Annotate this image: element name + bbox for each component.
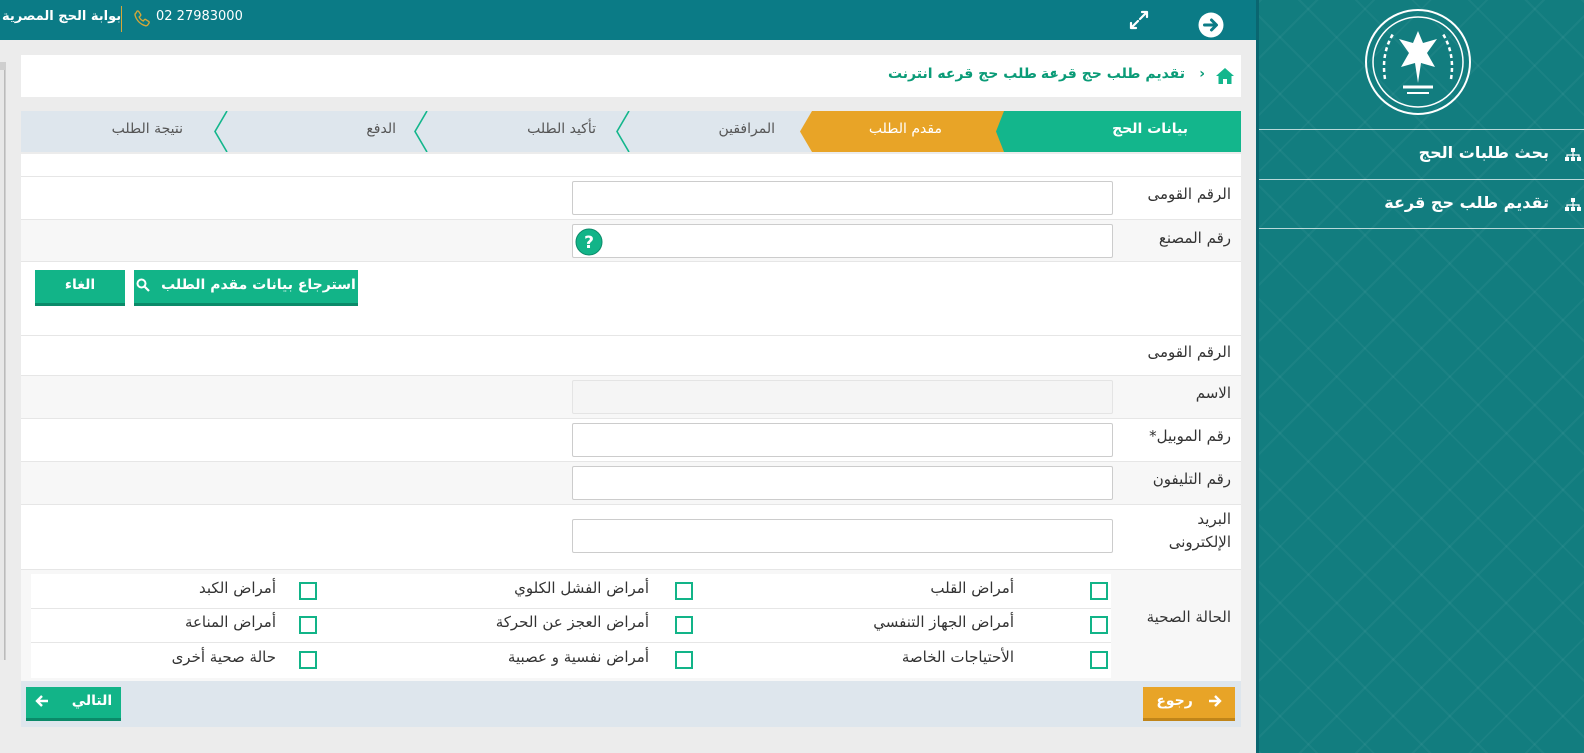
step-label: نتيجة الطلب [111, 121, 183, 137]
form-row-lookup-national-id: الرقم القومى [21, 176, 1241, 219]
svg-text:?: ? [584, 233, 594, 253]
step-label: بيانات الحج [1112, 121, 1188, 137]
wizard-navigation: رجوع التالي [21, 681, 1241, 727]
field-label: الرقم القومى [1147, 343, 1231, 361]
wizard-step-applicant[interactable]: مقدم الطلب [800, 111, 1016, 152]
checkbox-label: أمراض الكبد [199, 579, 276, 597]
field-label: رقم الموبيل* [1149, 427, 1231, 445]
form-row-mobile: رقم الموبيل* [21, 418, 1241, 461]
phone-input[interactable] [572, 466, 1113, 500]
home-icon[interactable] [1215, 66, 1235, 86]
step-label: مقدم الطلب [868, 121, 942, 137]
checkbox-psychological[interactable] [675, 651, 693, 669]
field-label: الإلكترونى [1168, 533, 1231, 551]
expand-icon[interactable] [1127, 8, 1151, 32]
form-row-health-status: الحالة الصحية أمراض القلب أمراض الفشل ال… [21, 569, 1241, 681]
checkbox-immunity[interactable] [299, 616, 317, 634]
checkbox-label: الأحتياجات الخاصة [901, 648, 1014, 666]
field-label: رقم التليفون [1152, 470, 1231, 488]
phone-icon [134, 10, 150, 27]
lookup-actions: استرجاع بيانات مقدم الطلب الغاء [21, 261, 1241, 314]
phone-number: 02 27983000 [156, 9, 243, 24]
search-icon [136, 278, 151, 292]
main-content: ‹ تقديم طلب حج قرعة ‹ طلب حج قرعه انترنت… [21, 55, 1241, 727]
breadcrumb-link[interactable]: تقديم طلب حج قرعة [1041, 66, 1185, 82]
arrow-right-icon [1208, 695, 1222, 707]
breadcrumb-current: طلب حج قرعه انترنت [887, 66, 1037, 82]
retrieve-applicant-button[interactable]: استرجاع بيانات مقدم الطلب [134, 270, 358, 306]
checkbox-label: أمراض العجز عن الحركة [495, 613, 649, 631]
wizard-steps: نتيجة الطلب الدفع تأكيد الطلب المرافقين … [21, 111, 1241, 152]
checkbox-respiratory[interactable] [1090, 616, 1108, 634]
checkbox-heart[interactable] [1090, 582, 1108, 600]
help-icon[interactable]: ? [575, 228, 603, 256]
wizard-step-payment[interactable]: الدفع [221, 111, 428, 152]
scrollbar-thumb[interactable] [0, 70, 5, 660]
wizard-step-confirm[interactable]: تأكيد الطلب [421, 111, 630, 152]
step-arrow [996, 111, 1016, 152]
checkbox-label: أمراض الفشل الكلوي [514, 579, 649, 597]
checkbox-kidney[interactable] [675, 582, 693, 600]
form-row-email: البريد الإلكترونى [21, 504, 1241, 569]
national-id-input[interactable] [572, 181, 1113, 215]
health-options-grid: أمراض القلب أمراض الفشل الكلوي أمراض الك… [31, 574, 1111, 678]
wizard-step-hajj-data[interactable]: بيانات الحج [996, 111, 1241, 152]
sidebar-item-label: بحث طلبات الحج [1418, 143, 1549, 162]
step-label: تأكيد الطلب [527, 121, 596, 137]
checkbox-label: حالة صحية أخرى [171, 648, 276, 666]
divider [121, 6, 122, 32]
factory-number-input[interactable]: ? [572, 224, 1113, 258]
checkbox-other[interactable] [299, 651, 317, 669]
field-label: الرقم القومى [1147, 185, 1231, 203]
checkbox-special-needs[interactable] [1090, 651, 1108, 669]
sidebar-item-label: تقديم طلب حج قرعة [1384, 193, 1549, 212]
sidebar: بحث طلبات الحج تقديم طلب حج قرعة [1256, 0, 1584, 753]
field-label: البريد [1197, 510, 1231, 528]
eagle-emblem-logo [1365, 9, 1471, 115]
checkbox-label: أمراض القلب [930, 579, 1014, 597]
back-button[interactable]: رجوع [1143, 687, 1235, 721]
checkbox-mobility[interactable] [675, 616, 693, 634]
portal-title: بوابة الحج المصرية [2, 9, 122, 24]
chevron-left-icon: ‹ [1199, 66, 1205, 82]
field-label: الاسم [1195, 384, 1231, 402]
breadcrumb: ‹ تقديم طلب حج قرعة ‹ طلب حج قرعه انترنت [21, 55, 1241, 97]
checkbox-liver[interactable] [299, 582, 317, 600]
form-row-phone: رقم التليفون [21, 461, 1241, 504]
step-label: الدفع [366, 121, 396, 137]
field-label: الحالة الصحية [1146, 608, 1231, 626]
sidebar-item-search-requests[interactable]: بحث طلبات الحج [1259, 129, 1584, 179]
checkbox-label: أمراض المناعة [184, 613, 276, 631]
step-label: المرافقين [718, 121, 775, 137]
form-row-factory-number: رقم المصنع ? [21, 219, 1241, 261]
arrow-right-circle-icon[interactable] [1198, 12, 1224, 38]
email-input[interactable] [572, 519, 1113, 553]
sidebar-item-submit-request[interactable]: تقديم طلب حج قرعة [1259, 179, 1584, 229]
next-button[interactable]: التالي [26, 687, 121, 721]
arrow-left-icon [35, 695, 48, 707]
checkbox-label: أمراض الجهاز التنفسي [873, 613, 1014, 631]
sitemap-icon [1565, 198, 1581, 211]
wizard-step-companions[interactable]: المرافقين [621, 111, 801, 152]
sitemap-icon [1565, 148, 1581, 161]
cancel-button[interactable]: الغاء [35, 270, 125, 306]
applicant-form: الرقم القومى رقم المصنع ? استرجاع بيانات… [21, 154, 1241, 727]
chevron-left-icon: ‹ [1051, 66, 1057, 82]
form-row-applicant-national-id: الرقم القومى [21, 335, 1241, 375]
wizard-step-result[interactable]: نتيجة الطلب [21, 111, 228, 152]
form-row-name: الاسم [21, 375, 1241, 418]
name-field [572, 380, 1113, 414]
checkbox-label: أمراض نفسية و عصبية [507, 648, 649, 666]
mobile-input[interactable] [572, 423, 1113, 457]
field-label: رقم المصنع [1158, 229, 1231, 247]
top-bar: بوابة الحج المصرية 02 27983000 [0, 0, 1256, 40]
